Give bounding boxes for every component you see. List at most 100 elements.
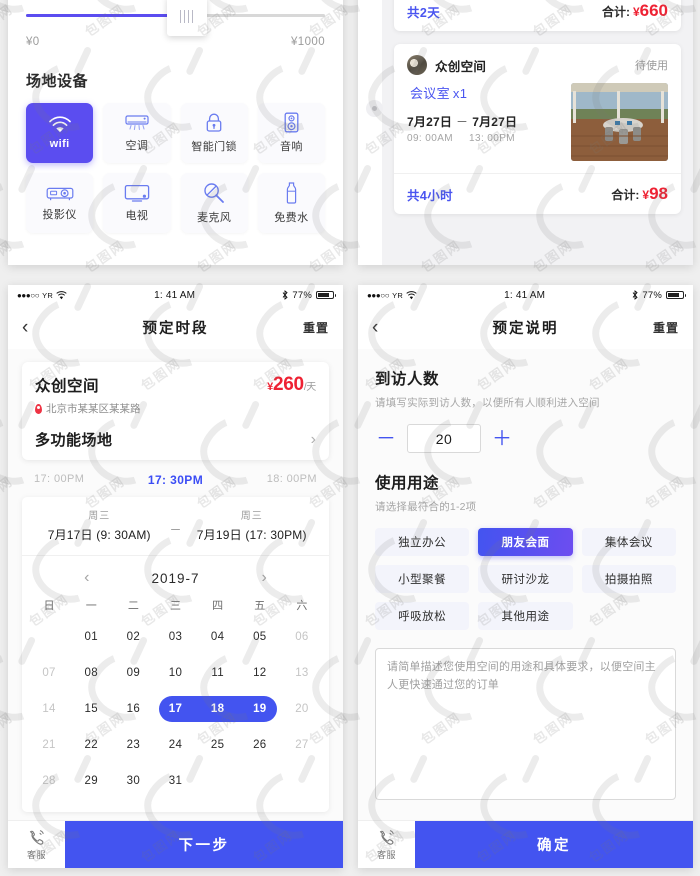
facility-wifi[interactable]: wifi [26, 103, 94, 163]
calendar-day: 13 [295, 667, 309, 679]
visitors-stepper: － 20 ＋ [375, 424, 676, 453]
purpose-tags: 独立办公 朋友会面 集体会议 小型聚餐 研讨沙龙 拍摄拍照 呼吸放松 其他用途 [375, 528, 676, 630]
order-card[interactable]: 众创空间 待使用 会议室 x1 7月27日－ 7月27日 09: 00AM 13… [394, 44, 681, 214]
range-start-weekday: 周三 [88, 511, 111, 522]
calendar-day[interactable]: 05 [239, 631, 281, 643]
calendar-day[interactable]: 30 [112, 775, 154, 787]
calendar-day[interactable]: 22 [70, 739, 112, 751]
visitors-count-input[interactable]: 20 [407, 424, 481, 453]
selected-range[interactable]: 周三 7月17日 (9: 30AM) － 周三 7月19日 (17: 30PM) [22, 497, 329, 556]
slider-handle[interactable] [166, 0, 207, 36]
venue-card[interactable]: 众创空间 北京市某某区某某路 ¥260/天 多功能场地 › [22, 362, 329, 460]
calendar-day[interactable]: 08 [70, 667, 112, 679]
purpose-tag[interactable]: 独立办公 [375, 528, 470, 556]
venue-address: 北京市某某区某某路 [35, 401, 141, 416]
weekday-header: 日 [43, 600, 55, 612]
booking-time-screen: ●●●○○ YR 1: 41 AM 77% ‹ 预定时段 重置 众创空间 北京市… [8, 285, 343, 868]
watermark-text: 包图网 [697, 353, 700, 394]
facility-free-water[interactable]: 免费水 [257, 173, 325, 233]
weekday-header: 三 [169, 600, 181, 612]
battery-icon [666, 290, 686, 300]
calendar-day[interactable]: 19 [239, 703, 281, 715]
time-tick-current: 17: 30PM [147, 473, 204, 487]
facility-microphone[interactable]: 麦克风 [180, 173, 248, 233]
order-room-qty: x1 [452, 86, 468, 101]
calendar-day[interactable]: 12 [239, 667, 281, 679]
weekday-header: 六 [296, 600, 308, 612]
calendar-day[interactable]: 26 [239, 739, 281, 751]
filter-panel: ¥0 ¥1000 场地设备 wifi 空调 智能门锁 音响 投影仪 电视 麦克风… [8, 0, 343, 265]
calendar-day[interactable]: 03 [154, 631, 196, 643]
order-status-badge: 待使用 [635, 60, 668, 72]
reset-button[interactable]: 重置 [653, 319, 679, 336]
facility-speaker[interactable]: 音响 [257, 103, 325, 163]
calendar-day[interactable]: 11 [197, 667, 239, 679]
calendar-day[interactable]: 25 [197, 739, 239, 751]
order-room: 会议室 x1 [407, 83, 571, 102]
order-end-time: 13: 00PM [469, 133, 516, 144]
next-month-button[interactable]: › [262, 569, 267, 587]
calendar-day[interactable]: 10 [154, 667, 196, 679]
prev-month-button[interactable]: ‹ [84, 569, 89, 587]
purpose-tag-selected[interactable]: 朋友会面 [478, 528, 573, 556]
calendar-day[interactable]: 16 [112, 703, 154, 715]
purpose-tag[interactable]: 拍摄拍照 [581, 565, 676, 593]
calendar-day[interactable]: 02 [112, 631, 154, 643]
order-time-range: 09: 00AM 13: 00PM [407, 133, 571, 144]
calendar-day[interactable]: 23 [112, 739, 154, 751]
chevron-right-icon[interactable]: › [311, 431, 316, 449]
venue-name: 众创空间 [35, 378, 100, 395]
calendar-day[interactable]: 01 [70, 631, 112, 643]
order-amount: 660 [639, 1, 668, 20]
order-card-previous[interactable]: 共2天 合计: ¥660 [394, 0, 681, 31]
customer-service-button[interactable]: 客服 [358, 821, 415, 868]
battery-icon [316, 290, 336, 300]
confirm-button[interactable]: 确定 [415, 821, 693, 868]
purpose-tag[interactable]: 小型聚餐 [375, 565, 470, 593]
water-bottle-icon [286, 181, 297, 204]
calendar-day[interactable]: 09 [112, 667, 154, 679]
reset-button[interactable]: 重置 [303, 319, 329, 336]
back-button[interactable]: ‹ [372, 318, 378, 337]
purpose-tag[interactable]: 其他用途 [478, 602, 573, 630]
facility-label: wifi [49, 138, 70, 150]
facility-tv[interactable]: 电视 [103, 173, 171, 233]
timeline-bullet-icon [366, 100, 383, 117]
back-button[interactable]: ‹ [22, 318, 28, 337]
status-bar: ●●●○○ YR 1: 41 AM 77% [358, 285, 693, 305]
increment-button[interactable]: ＋ [491, 429, 513, 449]
time-scale[interactable]: 17: 00PM 17: 30PM 18: 00PM [8, 460, 343, 497]
calendar-day[interactable]: 24 [154, 739, 196, 751]
price-range-slider[interactable] [26, 0, 325, 42]
navigation-bar: ‹ 预定时段 重置 [8, 305, 343, 349]
order-venue-name: 众创空间 [435, 59, 487, 74]
order-total: 合计: ¥660 [602, 1, 668, 21]
purpose-tag[interactable]: 研讨沙龙 [478, 565, 573, 593]
calendar-day[interactable]: 17 [154, 703, 196, 715]
customer-service-button[interactable]: 客服 [8, 821, 65, 868]
calendar-day[interactable]: 31 [154, 775, 196, 787]
facility-smart-lock[interactable]: 智能门锁 [180, 103, 248, 163]
calendar-day[interactable]: 15 [70, 703, 112, 715]
calendar-day[interactable]: 29 [70, 775, 112, 787]
next-step-button[interactable]: 下一步 [65, 821, 343, 868]
calendar-day: 27 [295, 739, 309, 751]
time-tick: 17: 00PM [34, 473, 85, 485]
facility-projector[interactable]: 投影仪 [26, 173, 94, 233]
battery-percent: 77% [292, 289, 312, 301]
order-date-range: 7月27日－ 7月27日 [407, 113, 571, 130]
memo-textarea[interactable]: 请简单描述您使用空间的用途和具体要求，以便空间主人更快速通过您的订单 [375, 648, 676, 800]
weekday-header: 五 [254, 600, 266, 612]
order-duration: 共2天 [407, 5, 441, 20]
bluetooth-icon [283, 290, 289, 300]
facility-air-conditioner[interactable]: 空调 [103, 103, 171, 163]
calendar-day[interactable]: 04 [197, 631, 239, 643]
watermark-text: 包图网 [697, 825, 700, 866]
time-tick: 18: 00PM [266, 473, 317, 485]
purpose-tag[interactable]: 呼吸放松 [375, 602, 470, 630]
calendar-day[interactable]: 18 [197, 703, 239, 715]
purpose-tag[interactable]: 集体会议 [581, 528, 676, 556]
order-footer: 共2天 合计: ¥660 [394, 0, 681, 31]
wifi-icon [406, 290, 417, 299]
decrement-button[interactable]: － [375, 429, 397, 449]
